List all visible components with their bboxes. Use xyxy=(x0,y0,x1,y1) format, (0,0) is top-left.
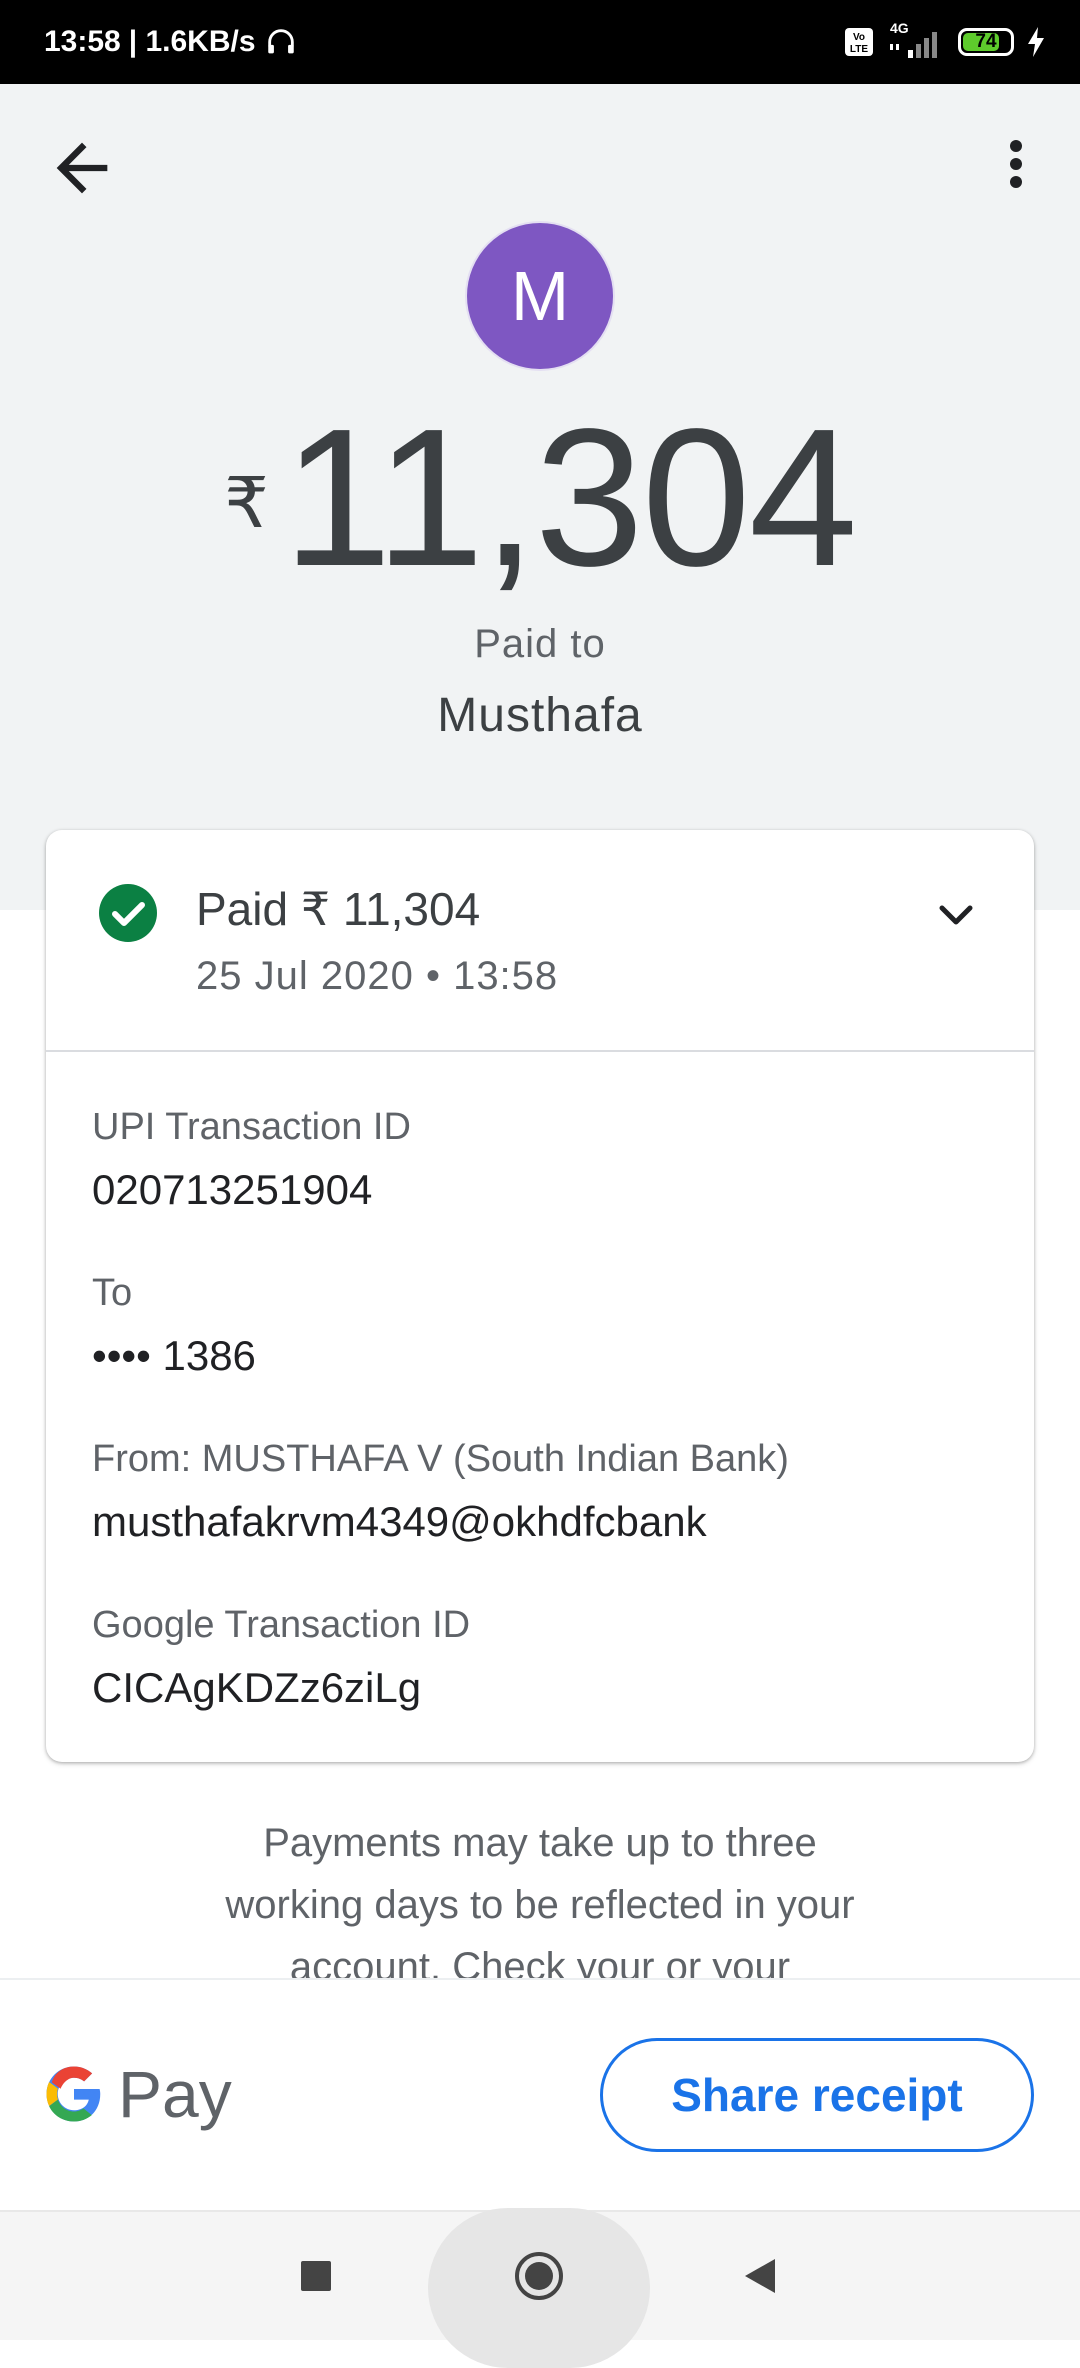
more-options-button[interactable] xyxy=(982,130,1034,206)
home-circle-icon[interactable] xyxy=(513,2250,565,2302)
google-id-label: Google Transaction ID xyxy=(92,1604,471,1646)
back-button[interactable] xyxy=(44,130,120,206)
amount-value: 11,304 xyxy=(282,388,858,607)
svg-text:Vo: Vo xyxy=(853,32,865,43)
status-time: 13:58 xyxy=(44,25,121,58)
recents-square-icon[interactable] xyxy=(298,2258,334,2294)
more-vert-icon xyxy=(1010,140,1022,188)
headphones-icon xyxy=(267,29,294,54)
share-receipt-button[interactable]: Share receipt xyxy=(600,2038,1034,2152)
volte-icon: Vo LTE xyxy=(845,28,873,56)
to-value: •••• 1386 xyxy=(92,1332,256,1379)
status-right: Vo LTE 4G 74 xyxy=(844,0,1046,84)
chevron-down-icon[interactable] xyxy=(926,886,986,946)
upi-id-label: UPI Transaction ID xyxy=(92,1106,411,1148)
status-bar: 13:58 | 1.6KB/s Vo LTE 4G 74 xyxy=(0,0,1080,84)
avatar: M xyxy=(467,223,613,369)
google-id-value[interactable]: CICAgKDZz6ziLg xyxy=(92,1664,421,1712)
status-left: 13:58 | 1.6KB/s xyxy=(44,0,298,84)
back-triangle-icon[interactable] xyxy=(742,2256,778,2296)
signal-group: 4G xyxy=(886,20,946,62)
card-summary[interactable]: Paid ₹ 11,304 25 Jul 2020 • 13:58 xyxy=(46,830,1034,1050)
battery-level: 74 xyxy=(975,31,997,52)
upi-id-value[interactable]: 020713251904 xyxy=(92,1166,372,1214)
google-g-icon xyxy=(46,2066,101,2122)
to-label: To xyxy=(92,1272,133,1314)
transaction-datetime: 25 Jul 2020 • 13:58 xyxy=(196,954,559,998)
paid-to-label: Paid to xyxy=(474,622,606,666)
signal-icon xyxy=(890,32,937,58)
payment-amount: ₹ 11,304 xyxy=(0,400,1080,596)
battery-icon: 74 xyxy=(958,28,1014,56)
gpay-text: Pay xyxy=(118,2057,232,2131)
avatar-letter: M xyxy=(510,257,570,335)
check-circle-icon xyxy=(99,884,157,942)
paid-summary: Paid ₹ 11,304 xyxy=(196,883,481,935)
status-speed: | 1.6KB/s xyxy=(128,25,256,58)
arrow-left-icon xyxy=(56,142,108,194)
transaction-card: Paid ₹ 11,304 25 Jul 2020 • 13:58 UPI Tr… xyxy=(46,830,1034,1762)
charging-icon xyxy=(1028,27,1044,57)
gpay-logo: Pay xyxy=(44,2054,232,2134)
payment-info-text: Payments may take up to three working da… xyxy=(225,1821,855,1978)
payee-name: Musthafa xyxy=(437,689,643,742)
from-value[interactable]: musthafakrvm4349@okhdfcbank xyxy=(92,1498,707,1546)
card-divider xyxy=(46,1050,1034,1052)
svg-text:LTE: LTE xyxy=(850,44,868,55)
from-label: From: MUSTHAFA V (South Indian Bank) xyxy=(92,1438,789,1480)
currency-symbol: ₹ xyxy=(224,464,269,542)
